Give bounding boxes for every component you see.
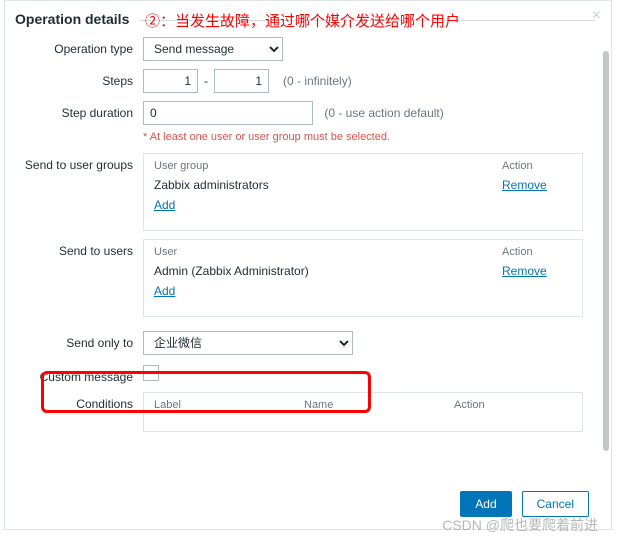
operation-type-select[interactable]: Send message (143, 37, 283, 61)
table-row: Admin (Zabbix Administrator) Remove (154, 264, 572, 278)
u-head-action: Action (502, 246, 572, 258)
operation-details-modal: × Operation details ②：当发生故障，通过哪个媒介发送给哪个用… (4, 0, 612, 530)
steps-dash: - (204, 74, 208, 88)
ug-add-link[interactable]: Add (154, 198, 175, 212)
u-row-name: Admin (Zabbix Administrator) (154, 264, 502, 278)
conditions-table: Label Name Action (143, 392, 583, 432)
users-head: User Action (154, 246, 572, 258)
steps-hint: (0 - infinitely) (283, 74, 352, 88)
label-send-only-to: Send only to (15, 331, 143, 350)
u-add-link[interactable]: Add (154, 284, 175, 298)
add-button[interactable]: Add (460, 491, 511, 517)
ug-add-row: Add (154, 198, 572, 212)
users-table: User Action Admin (Zabbix Administrator)… (143, 239, 583, 317)
required-note: At least one user or user group must be … (143, 131, 595, 143)
row-send-only-to: Send only to 企业微信 (15, 331, 595, 355)
row-user-groups: Send to user groups User group Action Za… (15, 153, 595, 231)
row-custom-message: Custom message (15, 365, 595, 384)
label-user-groups: Send to user groups (15, 153, 143, 172)
label-steps: Steps (15, 69, 143, 88)
send-only-to-select[interactable]: 企业微信 (143, 331, 353, 355)
steps-from-input[interactable] (143, 69, 198, 93)
steps-to-input[interactable] (214, 69, 269, 93)
row-users: Send to users User Action Admin (Zabbix … (15, 239, 595, 317)
cancel-button[interactable]: Cancel (522, 491, 589, 517)
ug-head-action: Action (502, 160, 572, 172)
label-users: Send to users (15, 239, 143, 258)
ug-row-name: Zabbix administrators (154, 178, 502, 192)
label-custom-message: Custom message (15, 365, 143, 384)
step-duration-input[interactable] (143, 101, 313, 125)
conditions-head: Label Name Action (154, 399, 572, 411)
label-operation-type: Operation type (15, 37, 143, 56)
row-conditions: Conditions Label Name Action (15, 392, 595, 432)
u-head-main: User (154, 246, 502, 258)
row-step-duration: Step duration (0 - use action default) A… (15, 101, 595, 143)
close-icon[interactable]: × (592, 7, 601, 25)
table-row: Zabbix administrators Remove (154, 178, 572, 192)
u-remove-link[interactable]: Remove (502, 264, 572, 278)
user-groups-table: User group Action Zabbix administrators … (143, 153, 583, 231)
custom-message-checkbox[interactable] (143, 365, 159, 381)
cond-head-label: Label (154, 399, 304, 411)
scrollbar-thumb[interactable] (603, 51, 609, 451)
red-annotation: ②：当发生故障，通过哪个媒介发送给哪个用户 (145, 10, 460, 31)
row-operation-type: Operation type Send message (15, 37, 595, 61)
step-duration-hint: (0 - use action default) (324, 106, 443, 120)
label-step-duration: Step duration (15, 101, 143, 120)
cond-head-name: Name (304, 399, 454, 411)
label-conditions: Conditions (15, 392, 143, 411)
modal-title: Operation details (15, 11, 129, 27)
u-add-row: Add (154, 284, 572, 298)
ug-head-main: User group (154, 160, 502, 172)
ug-remove-link[interactable]: Remove (502, 178, 572, 192)
row-steps: Steps - (0 - infinitely) (15, 69, 595, 93)
user-groups-head: User group Action (154, 160, 572, 172)
cond-head-action: Action (454, 399, 564, 411)
footer-buttons: Add Cancel (460, 491, 589, 517)
